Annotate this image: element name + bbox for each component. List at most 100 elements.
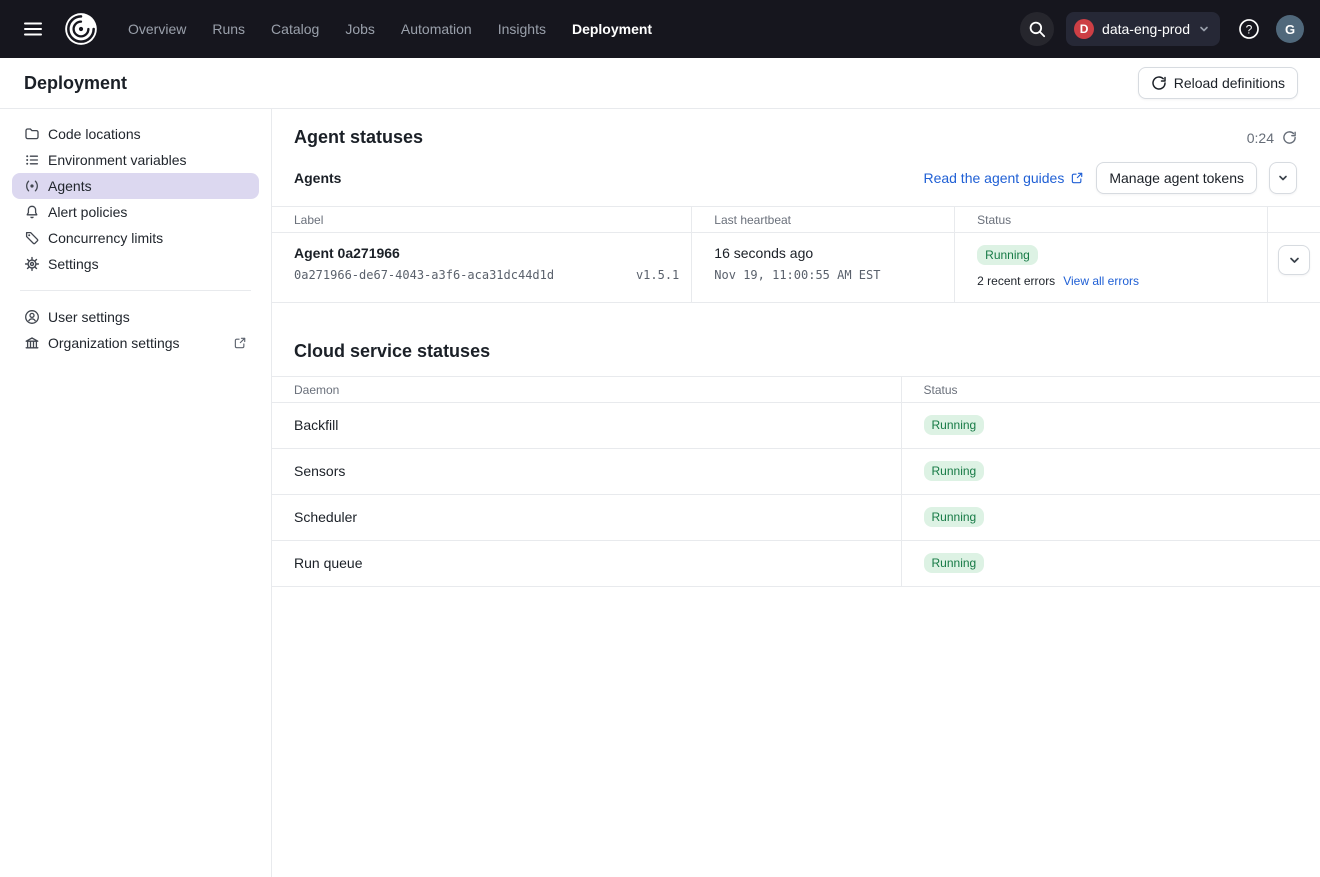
agents-table: Label Last heartbeat Status Agent 0a2719…: [272, 206, 1320, 303]
cloud-services-table: Daemon Status Backfill Running Sensors R…: [272, 376, 1320, 587]
external-link-icon: [233, 336, 247, 350]
reload-icon: [1151, 75, 1167, 91]
heartbeat-timestamp: Nov 19, 11:00:55 AM EST: [714, 268, 942, 282]
daemon-name: Scheduler: [272, 495, 901, 541]
column-header-daemon: Daemon: [272, 377, 901, 403]
sidebar-divider: [20, 290, 251, 291]
hamburger-menu-button[interactable]: [16, 12, 50, 46]
agent-icon: [24, 178, 40, 194]
daemon-row-scheduler: Scheduler Running: [272, 495, 1320, 541]
bell-icon: [24, 204, 40, 220]
dagster-logo[interactable]: [62, 10, 100, 48]
daemon-name: Sensors: [272, 449, 901, 495]
sidebar-item-label: Concurrency limits: [48, 230, 163, 246]
agents-toolbar: Agents Read the agent guides Manage agen…: [272, 158, 1320, 206]
agent-tokens-dropdown-button[interactable]: [1269, 162, 1297, 194]
recent-errors-text: 2 recent errors: [977, 274, 1055, 288]
env-vars-icon: [24, 152, 40, 168]
agent-heartbeat-cell: 16 seconds ago Nov 19, 11:00:55 AM EST: [692, 233, 955, 303]
sidebar-item-code-locations[interactable]: Code locations: [12, 121, 259, 147]
help-button[interactable]: ?: [1232, 12, 1266, 46]
nav-item-overview[interactable]: Overview: [128, 21, 186, 37]
reload-definitions-label: Reload definitions: [1174, 75, 1285, 91]
search-button[interactable]: [1020, 12, 1054, 46]
sidebar-item-label: Environment variables: [48, 152, 187, 168]
daemon-row-sensors: Sensors Running: [272, 449, 1320, 495]
nav-item-deployment[interactable]: Deployment: [572, 21, 652, 37]
building-icon: [24, 335, 40, 351]
nav-item-automation[interactable]: Automation: [401, 21, 472, 37]
daemon-status-cell: Running: [901, 541, 1320, 587]
agent-guides-link[interactable]: Read the agent guides: [923, 170, 1084, 186]
gear-icon: [24, 256, 40, 272]
agent-name: Agent 0a271966: [294, 245, 679, 261]
heartbeat-relative: 16 seconds ago: [714, 245, 942, 261]
person-icon: [24, 309, 40, 325]
cloud-service-statuses-header: Cloud service statuses: [272, 303, 1320, 376]
sidebar-item-label: Alert policies: [48, 204, 127, 220]
agent-expander-cell: [1268, 233, 1320, 303]
agent-statuses-header: Agent statuses 0:24: [272, 109, 1320, 158]
cloud-table-header-row: Daemon Status: [272, 377, 1320, 403]
agent-row: Agent 0a271966 0a271966-de67-4043-a3f6-a…: [272, 233, 1320, 303]
agent-statuses-title: Agent statuses: [294, 127, 423, 148]
search-icon: [1028, 20, 1046, 38]
column-header-status: Status: [955, 207, 1268, 233]
top-nav: Overview Runs Catalog Jobs Automation In…: [0, 0, 1320, 58]
agents-actions: Read the agent guides Manage agent token…: [923, 162, 1297, 194]
deployment-name: data-eng-prod: [1102, 21, 1190, 37]
agent-status-cell: Running 2 recent errors View all errors: [955, 233, 1268, 303]
reload-definitions-button[interactable]: Reload definitions: [1138, 67, 1298, 99]
daemon-row-run-queue: Run queue Running: [272, 541, 1320, 587]
tag-icon: [24, 230, 40, 246]
sidebar-item-settings[interactable]: Settings: [12, 251, 259, 277]
nav-item-insights[interactable]: Insights: [498, 21, 546, 37]
status-badge: Running: [977, 245, 1038, 265]
daemon-row-backfill: Backfill Running: [272, 403, 1320, 449]
agent-expand-button[interactable]: [1278, 245, 1310, 275]
deployment-badge: D: [1074, 19, 1094, 39]
sidebar-item-label: User settings: [48, 309, 130, 325]
folder-icon: [24, 126, 40, 142]
refresh-icon[interactable]: [1282, 130, 1297, 145]
sidebar-item-user-settings[interactable]: User settings: [12, 304, 259, 330]
nav-item-jobs[interactable]: Jobs: [345, 21, 375, 37]
page-header: Deployment Reload definitions: [0, 58, 1320, 109]
deployment-switcher[interactable]: D data-eng-prod: [1066, 12, 1220, 46]
refresh-countdown: 0:24: [1247, 130, 1297, 146]
page-title: Deployment: [24, 73, 127, 94]
daemon-status-cell: Running: [901, 495, 1320, 541]
status-badge: Running: [924, 415, 985, 435]
main-nav-menu: Overview Runs Catalog Jobs Automation In…: [128, 21, 652, 37]
daemon-name: Run queue: [272, 541, 901, 587]
sidebar-item-label: Settings: [48, 256, 99, 272]
svg-text:?: ?: [1246, 22, 1253, 36]
nav-item-catalog[interactable]: Catalog: [271, 21, 319, 37]
chevron-down-icon: [1288, 254, 1301, 267]
question-circle-icon: ?: [1238, 18, 1260, 40]
daemon-status-cell: Running: [901, 403, 1320, 449]
view-all-errors-link[interactable]: View all errors: [1063, 274, 1139, 288]
status-badge: Running: [924, 507, 985, 527]
sidebar-item-environment-variables[interactable]: Environment variables: [12, 147, 259, 173]
countdown-value: 0:24: [1247, 130, 1274, 146]
chevron-down-icon: [1277, 172, 1289, 184]
nav-item-runs[interactable]: Runs: [212, 21, 245, 37]
status-badge: Running: [924, 461, 985, 481]
user-avatar[interactable]: G: [1276, 15, 1304, 43]
column-header-expand: [1268, 207, 1320, 233]
column-header-last-heartbeat: Last heartbeat: [692, 207, 955, 233]
sidebar-item-organization-settings[interactable]: Organization settings: [12, 330, 259, 356]
agents-table-header-row: Label Last heartbeat Status: [272, 207, 1320, 233]
agent-label-cell: Agent 0a271966 0a271966-de67-4043-a3f6-a…: [272, 233, 692, 303]
sidebar-item-alert-policies[interactable]: Alert policies: [12, 199, 259, 225]
column-header-status: Status: [901, 377, 1320, 403]
manage-agent-tokens-label: Manage agent tokens: [1109, 170, 1244, 186]
external-link-icon: [1070, 171, 1084, 185]
sidebar-item-agents[interactable]: Agents: [12, 173, 259, 199]
sidebar-item-concurrency-limits[interactable]: Concurrency limits: [12, 225, 259, 251]
sidebar-item-label: Organization settings: [48, 335, 180, 351]
hamburger-icon: [22, 18, 44, 40]
main-content: Agent statuses 0:24 Agents Read the agen…: [272, 109, 1320, 877]
manage-agent-tokens-button[interactable]: Manage agent tokens: [1096, 162, 1257, 194]
